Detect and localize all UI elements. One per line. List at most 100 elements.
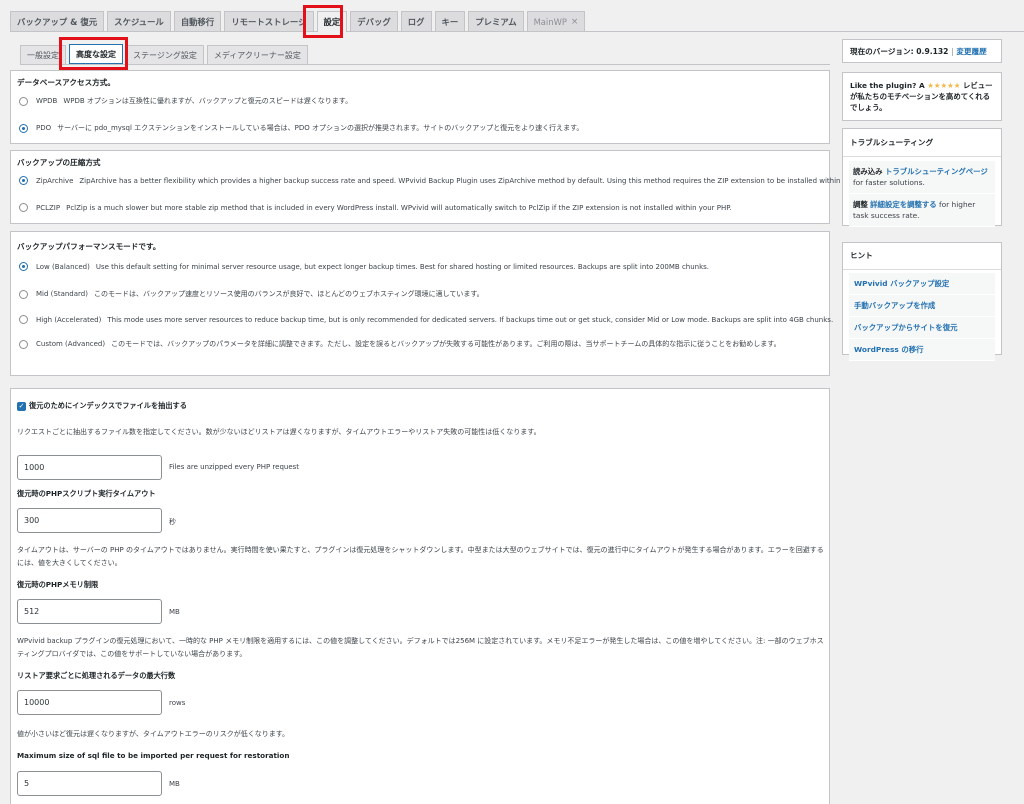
- radio-mid[interactable]: [19, 289, 28, 299]
- high-label: High (Accelerated): [36, 315, 102, 324]
- sql-size-input[interactable]: [17, 771, 162, 796]
- perf-option-high[interactable]: High (Accelerated) This mode uses more s…: [19, 315, 833, 324]
- extract-by-index-label: 復元のためにインデックスでファイルを抽出する: [29, 401, 187, 410]
- tab-mainwp[interactable]: MainWP ×: [526, 11, 586, 31]
- highlight-advanced-tab: [59, 37, 128, 70]
- tab-log[interactable]: ログ: [400, 11, 432, 31]
- troubleshooting-item-2: 調整 詳細設定を調整する for higher task success rat…: [849, 194, 995, 227]
- subtab-media-cleaner[interactable]: メディアクリーナー設定: [206, 45, 308, 64]
- pdo-desc: サーバーに pdo_mysql エクステンションをインストールしている場合は、P…: [57, 124, 584, 132]
- hint-backup-settings-link[interactable]: WPvivid バックアップ設定: [849, 273, 995, 295]
- perf-option-low[interactable]: Low (Balanced) Use this default setting …: [19, 262, 709, 271]
- review-prefix: Like the plugin? A: [850, 81, 925, 90]
- extract-by-index-option[interactable]: ✓ 復元のためにインデックスでファイルを抽出する: [17, 401, 187, 411]
- radio-pdo[interactable]: [19, 123, 28, 133]
- compression-panel: バックアップの圧縮方式 ZipArchive ZipArchive has a …: [10, 150, 876, 224]
- version-separator: |: [951, 46, 954, 56]
- tab-auto-migration[interactable]: 自動移行: [173, 11, 222, 31]
- hint-migration-link[interactable]: WordPress の移行: [849, 339, 995, 361]
- rows-unit: rows: [169, 699, 186, 707]
- hints-divider: [843, 269, 1001, 270]
- timeout-desc: タイムアウトは、サーバーの PHP のタイムアウトではありません。実行時間を使い…: [17, 546, 824, 567]
- changelog-link[interactable]: 変更履歴: [956, 47, 986, 56]
- memory-label: 復元時のPHPメモリ制限: [17, 580, 99, 589]
- radio-custom[interactable]: [19, 340, 28, 349]
- wpdb-desc: WPDB オプションは互換性に優れますが、バックアップと復元のスピードは遅くなり…: [63, 97, 353, 105]
- low-label: Low (Balanced): [36, 262, 90, 271]
- pdo-label: PDO: [36, 124, 52, 132]
- version-line: 現在のバージョン: 0.9.132 | 変更履歴: [843, 46, 994, 57]
- radio-wpdb[interactable]: [19, 96, 28, 106]
- tab-premium[interactable]: プレミアム: [468, 11, 524, 31]
- mid-desc: このモードは、バックアップ速度とリソース使用のバランスが良好で、ほとんどのウェブ…: [93, 290, 484, 298]
- tab-remote-storage[interactable]: リモートストレージ: [224, 11, 314, 31]
- pclzip-desc: PclZip is a much slower but more stable …: [66, 203, 732, 212]
- memory-desc: WPvivid backup プラグインの復元処理において、一時的な PHP メ…: [17, 637, 824, 658]
- hint-manual-backup-link[interactable]: 手動バックアップを作成: [849, 295, 995, 317]
- radio-high[interactable]: [19, 315, 28, 324]
- db-option-wpdb[interactable]: WPDB WPDB オプションは互換性に優れますが、バックアップと復元のスピード…: [19, 96, 352, 106]
- radio-ziparchive[interactable]: [19, 176, 28, 185]
- wpdb-label: WPDB: [36, 97, 58, 105]
- ziparchive-label: ZipArchive: [36, 176, 74, 185]
- extract-by-index-checkbox[interactable]: ✓: [17, 401, 26, 411]
- perf-option-mid[interactable]: Mid (Standard) このモードは、バックアップ速度とリソース使用のバラ…: [19, 289, 484, 299]
- compression-option-pclzip[interactable]: PCLZIP PclZip is a much slower but more …: [19, 203, 732, 212]
- mid-label: Mid (Standard): [36, 290, 88, 298]
- troubleshooting-item-1: 読み込み トラブルシューティングページ for faster solutions…: [849, 161, 995, 194]
- compression-title: バックアップの圧縮方式: [17, 158, 101, 167]
- ts1-prefix: 読み込み: [853, 167, 883, 176]
- custom-desc: このモードでは、バックアップのパラメータを詳細に調整できます。ただし、設定を誤る…: [111, 340, 781, 348]
- low-desc: Use this default setting for minimal ser…: [95, 262, 710, 271]
- tab-backup-restore[interactable]: バックアップ & 復元: [10, 11, 105, 31]
- memory-limit-input[interactable]: [17, 599, 162, 624]
- radio-pclzip[interactable]: [19, 203, 28, 212]
- files-unit: Files are unzipped every PHP request: [169, 463, 300, 471]
- timeout-label: 復元時のPHPスクリプト実行タイムアウト: [17, 489, 156, 498]
- timeout-input[interactable]: [17, 508, 162, 533]
- performance-panel: バックアップパフォーマンスモードです。 Low (Balanced) Use t…: [10, 231, 833, 376]
- hints-box: ヒント WPvivid バックアップ設定 手動バックアップを作成 バックアップか…: [842, 242, 1002, 361]
- files-per-request-input[interactable]: [17, 455, 162, 480]
- advanced-settings-link[interactable]: 詳細設定を調整する: [870, 200, 937, 209]
- high-desc: This mode uses more server resources to …: [107, 315, 834, 324]
- rows-desc: 値が小さいほど復元は遅くなりますが、タイムアウトエラーのリスクが低くなります。: [17, 730, 290, 738]
- subtab-staging[interactable]: ステージング設定: [126, 45, 204, 64]
- db-access-title: データベースアクセス方式。: [17, 78, 115, 87]
- max-rows-input[interactable]: [17, 690, 162, 715]
- version-box: 現在のバージョン: 0.9.132 | 変更履歴: [842, 39, 1002, 63]
- ziparchive-desc: ZipArchive has a better flexibility whic…: [79, 176, 876, 185]
- close-icon[interactable]: ×: [571, 17, 579, 27]
- troubleshooting-box: トラブルシューティング 読み込み トラブルシューティングページ for fast…: [842, 128, 1002, 227]
- hint-restore-link[interactable]: バックアップからサイトを復元: [849, 317, 995, 339]
- radio-low[interactable]: [19, 262, 28, 271]
- highlight-settings-tab: [303, 5, 343, 38]
- pclzip-label: PCLZIP: [36, 203, 61, 212]
- sql-size-unit: MB: [169, 780, 180, 788]
- timeout-unit: 秒: [169, 518, 176, 526]
- troubleshooting-title: トラブルシューティング: [850, 138, 934, 147]
- top-tab-bar: バックアップ & 復元 スケジュール 自動移行 リモートストレージ 設定 デバッ…: [10, 11, 1024, 32]
- custom-label: Custom (Advanced): [36, 340, 106, 348]
- ts1-suffix: for faster solutions.: [853, 178, 925, 187]
- memory-unit: MB: [169, 608, 180, 616]
- perf-option-custom[interactable]: Custom (Advanced) このモードでは、バックアップのパラメータを詳細…: [19, 338, 825, 351]
- tab-debug[interactable]: デバッグ: [350, 11, 398, 31]
- db-access-panel: データベースアクセス方式。 WPDB WPDB オプションは互換性に優れますが、…: [10, 70, 830, 144]
- compression-option-ziparchive[interactable]: ZipArchive ZipArchive has a better flexi…: [19, 176, 876, 185]
- troubleshooting-page-link[interactable]: トラブルシューティングページ: [885, 167, 988, 176]
- performance-title: バックアップパフォーマンスモードです。: [17, 242, 161, 251]
- tab-key[interactable]: キー: [434, 11, 466, 31]
- tab-mainwp-label: MainWP: [533, 16, 567, 27]
- restore-panel: ✓ 復元のためにインデックスでファイルを抽出する リクエストごとに抽出するファイ…: [10, 388, 830, 804]
- extract-desc: リクエストごとに抽出するファイル数を指定してください。数が少ないほどリストアは遅…: [17, 428, 541, 436]
- review-box: Like the plugin? A ★★★★★ レビューが私たちのモチベーショ…: [842, 72, 1002, 121]
- sub-tab-bar: 一般設定 高度な設定 ステージング設定 メディアクリーナー設定: [20, 44, 830, 65]
- ts2-prefix: 調整: [853, 200, 868, 209]
- troubleshooting-divider: [843, 156, 1001, 157]
- custom-text: Custom (Advanced) このモードでは、バックアップのパラメータを詳細…: [36, 338, 781, 351]
- db-option-pdo[interactable]: PDO サーバーに pdo_mysql エクステンションをインストールしている場…: [19, 123, 583, 133]
- tab-schedule[interactable]: スケジュール: [107, 11, 171, 31]
- review-text: Like the plugin? A ★★★★★ レビューが私たちのモチベーショ…: [850, 80, 994, 113]
- review-stars-link[interactable]: ★★★★★: [927, 81, 960, 90]
